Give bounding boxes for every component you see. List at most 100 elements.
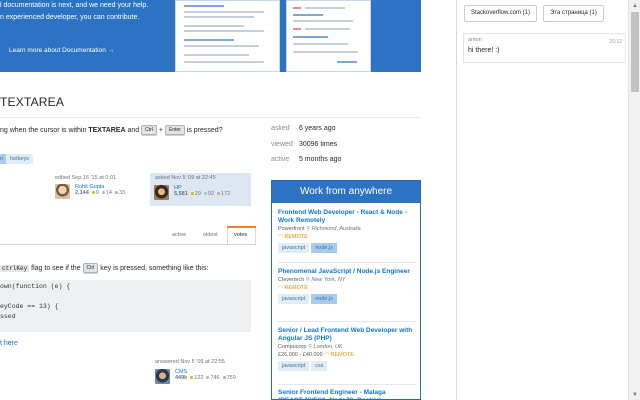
stat-label: asked [271, 125, 290, 132]
documentation-banner: l documentation is next, and we need you… [0, 0, 421, 72]
job-remote: REMOTE [284, 234, 308, 240]
page: l documentation is next, and we need you… [0, 0, 640, 400]
scrollbar[interactable]: ▲ ▼ [628, 0, 640, 400]
owner-gold-count: 29 [194, 191, 201, 197]
editor-avatar[interactable] [55, 184, 70, 199]
job-remote: REMOTE [330, 352, 355, 358]
answer-body-mid: flag to see if the [29, 264, 83, 272]
code-line: eyCode == 13) { [0, 303, 59, 310]
silver-badge-icon [203, 192, 207, 196]
job-tag[interactable]: javascript [278, 243, 310, 253]
scroll-thumb[interactable] [631, 12, 639, 92]
answers-divider [0, 244, 256, 245]
answered-label[interactable]: answered Nov 5 '09 at 22:55 [155, 359, 225, 365]
asked-label[interactable]: asked Nov 5 '09 at 22:45 [155, 175, 216, 181]
job-listing[interactable]: Senior Frontend Engineer - Malaga (REACT… [278, 389, 418, 399]
answerer-avatar[interactable] [155, 369, 170, 384]
share-link[interactable]: t here [0, 340, 18, 347]
bronze-badge-icon [222, 376, 226, 380]
chat-tab-stackoverflow[interactable]: Stackoverflow.com (1) [464, 5, 538, 22]
learn-more-link[interactable]: Learn more about Documentation → [9, 47, 114, 54]
question-body-plus: + [156, 126, 165, 134]
job-divider [278, 321, 416, 322]
kbd-enter: Enter [164, 125, 185, 135]
job-title[interactable]: Senior Frontend Engineer - Malaga (REACT… [278, 389, 418, 399]
answer-body: ctrlKey flag to see if the Ctrl key is p… [0, 263, 208, 273]
job-listing[interactable]: Phenomenal JavaScript / Node.js Engineer… [278, 268, 418, 304]
job-title[interactable]: Frontend Web Developer - React & Node - … [278, 209, 418, 225]
silver-badge-icon [101, 191, 105, 195]
job-tag[interactable]: css [311, 361, 328, 371]
silver-badge-icon [206, 376, 210, 380]
tab-votes[interactable]: votes [234, 232, 247, 238]
editor-bronze-count: 33 [118, 190, 126, 196]
gold-badge-icon [190, 376, 194, 380]
job-tag[interactable]: javascript [278, 361, 310, 371]
chat-message: anton 20:12 hi there! :) [463, 33, 626, 63]
job-location: New York, NY [311, 277, 346, 283]
remote-wifi-icon: ◠ [278, 285, 283, 291]
job-tag[interactable]: node.js [311, 243, 337, 253]
job-salary: £26,000 - £40,000 [278, 352, 323, 358]
answerer-signature: answered Nov 5 '09 at 22:55 CMS 449k 122 7… [152, 357, 256, 389]
bronze-badge-icon [114, 191, 118, 195]
tag-hotkeys[interactable]: hotkeys [6, 154, 33, 164]
chat-time: 20:12 [609, 39, 622, 45]
location-pin-icon: ⚲ [306, 226, 311, 232]
chat-panel: Stackoverflow.com (1) Эта страница (1) a… [456, 0, 628, 400]
edited-label[interactable]: edited Sep 16 '15 at 0:01 [55, 175, 145, 181]
job-location: Richmond, Australia [311, 226, 361, 232]
tab-oldest[interactable]: oldest [203, 232, 218, 238]
kbd-ctrl-answer: Ctrl [82, 263, 99, 273]
location-pin-icon: ⚲ [305, 277, 310, 283]
stat-label: active [271, 156, 290, 163]
code-line: ssed [0, 313, 16, 320]
owner-avatar[interactable] [154, 185, 169, 200]
job-tag[interactable]: node.js [311, 294, 337, 304]
question-body: ng when the cursor is within TEXTAREA an… [0, 125, 223, 135]
job-company: Powerfront [278, 226, 305, 232]
editor-gold-count: 9 [95, 190, 99, 196]
stat-asked: asked 6 years ago [271, 125, 336, 132]
stat-value[interactable]: 5 months ago [299, 156, 341, 163]
inline-code-ctrlkey: ctrlKey [0, 264, 30, 272]
jobs-ad: Work from anywhere Frontend Web Develope… [271, 180, 421, 400]
location-pin-icon: ⚲ [307, 344, 312, 350]
answerer-bronze-count: 759 [226, 375, 236, 381]
editor-reputation: 2,144 [75, 190, 89, 196]
job-tag[interactable]: javascript [278, 294, 310, 304]
jobs-header[interactable]: Work from anywhere [272, 181, 420, 203]
job-title[interactable]: Senior / Lead Frontend Web Developer wit… [278, 327, 418, 343]
bronze-badge-icon [217, 192, 221, 196]
job-title[interactable]: Phenomenal JavaScript / Node.js Engineer [278, 268, 418, 276]
code-block[interactable]: own(function (e) { eyCode == 13) { ssed [0, 280, 251, 332]
stat-value[interactable]: 6 years ago [299, 125, 336, 132]
job-divider [278, 384, 416, 385]
question-body-and: and [125, 126, 142, 134]
question-body-text: ng when the cursor is within [0, 126, 89, 134]
owner-signature: asked Nov 5 '09 at 22:45 HP 5,581 29 92 172 [150, 173, 251, 206]
stat-viewed: viewed 30096 times [271, 141, 337, 148]
question-title[interactable]: TEXTAREA [0, 95, 64, 109]
arrow-up-icon[interactable]: ▲ [632, 2, 638, 10]
job-divider [278, 262, 416, 263]
job-listing[interactable]: Frontend Web Developer - React & Node - … [278, 209, 418, 253]
chat-tab-this-page[interactable]: Эта страница (1) [543, 5, 604, 22]
arrow-down-icon[interactable]: ▼ [632, 391, 638, 399]
editor-signature: edited Sep 16 '15 at 0:01 Rohit Gupta 2,… [55, 175, 145, 205]
stat-active: active 5 months ago [271, 156, 341, 163]
title-divider [0, 117, 421, 118]
stat-value: 30096 times [298, 141, 338, 148]
question-body-bold: TEXTAREA [88, 126, 126, 134]
answerer-gold-count: 122 [194, 375, 204, 381]
tab-active[interactable]: active [172, 232, 186, 238]
stat-label: viewed [271, 141, 293, 148]
answerer-reputation: 449k [175, 375, 188, 381]
documentation-preview-card [286, 0, 371, 72]
editor-silver-count: 14 [105, 190, 112, 196]
banner-line-1: l documentation is next, and we need you… [0, 2, 149, 9]
answerer-silver-count: 746 [210, 375, 220, 381]
kbd-ctrl: Ctrl [141, 125, 157, 135]
remote-wifi-icon: ◠ [278, 234, 283, 240]
job-listing[interactable]: Senior / Lead Frontend Web Developer wit… [278, 327, 418, 371]
